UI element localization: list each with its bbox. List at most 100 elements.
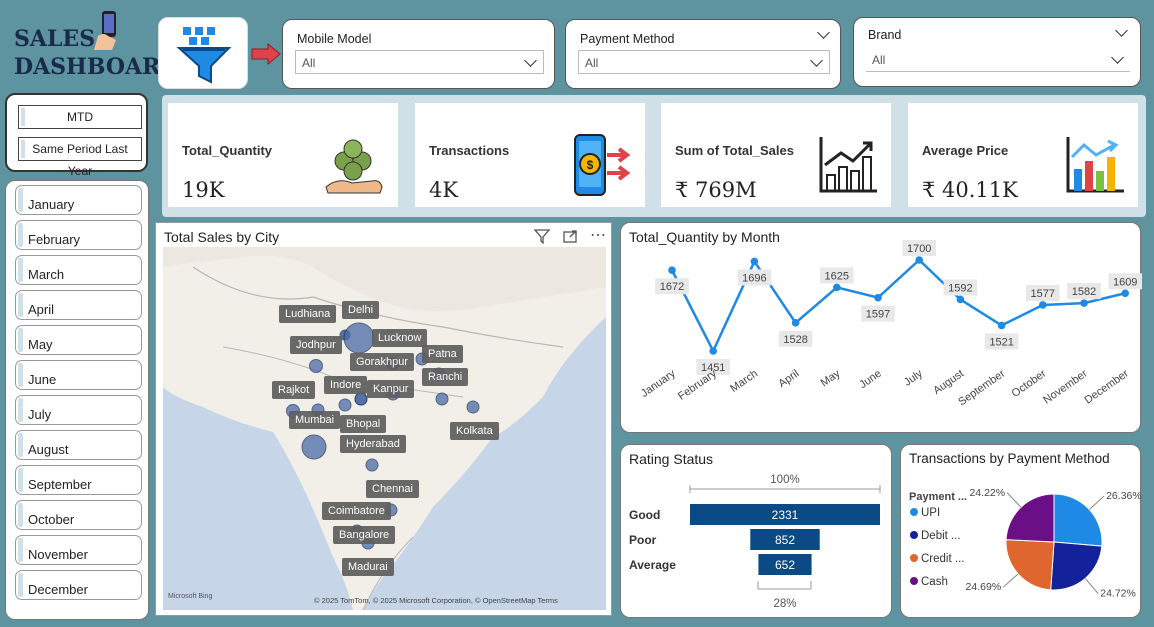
city-label: Madurai	[342, 558, 394, 576]
data-label: 1577	[1031, 288, 1055, 300]
x-tick-label: May	[819, 367, 843, 389]
city-bubble[interactable]	[354, 392, 368, 406]
focus-mode-icon[interactable]	[562, 229, 578, 244]
line-chart-svg: 1672January 1451February1696March1528Apri…	[639, 240, 1142, 408]
data-label: 1609	[1113, 276, 1137, 288]
more-options-icon[interactable]: ⋯	[590, 225, 606, 245]
x-tick-label: September	[956, 367, 1007, 408]
total-quantity-by-month-chart[interactable]: Total_Quantity by Month 1672 January 1451 F…	[620, 222, 1142, 433]
month-button-july[interactable]: July	[15, 395, 142, 425]
filter-icon[interactable]	[534, 229, 550, 244]
city-bubble[interactable]	[301, 434, 327, 460]
pie-slice	[1005, 493, 1055, 543]
month-button-september[interactable]: September	[15, 465, 142, 495]
month-slicer: January February March April May June Ju…	[5, 180, 149, 620]
brand-slicer: Brand All	[853, 17, 1141, 87]
city-label: Ranchi	[422, 368, 469, 386]
city-bubble[interactable]	[435, 392, 449, 406]
x-tick-label: July	[902, 367, 925, 388]
total-sales-by-city-map[interactable]: Total Sales by City ⋯ Ludhiana Delhi Luc…	[155, 222, 612, 616]
month-button-august[interactable]: August	[15, 430, 142, 460]
data-label: 1521	[989, 336, 1013, 348]
pie-slice	[1005, 539, 1055, 591]
city-label: Gorakhpur	[350, 353, 414, 371]
data-label: 1625	[825, 270, 849, 282]
line-point	[1121, 289, 1129, 298]
mobile-model-dropdown[interactable]: All	[295, 50, 544, 74]
month-button-december[interactable]: December	[15, 570, 142, 600]
city-bubble[interactable]	[466, 400, 480, 414]
city-bubble[interactable]	[343, 322, 375, 354]
city-label: Kolkata	[450, 422, 499, 440]
leader-line	[1084, 578, 1099, 594]
kpi-card-total-sales: Sum of Total_Sales ₹ 769M	[661, 103, 891, 207]
pie-chart-svg: 26.36% 24.72% 24.69% 24.22%Payment ... UPI De…	[909, 487, 1142, 600]
chevron-down-icon[interactable]	[1115, 24, 1128, 37]
brand-dropdown[interactable]: All	[866, 48, 1130, 72]
month-button-june[interactable]: June	[15, 360, 142, 390]
line-point	[874, 293, 882, 302]
growth-chart-icon	[819, 137, 877, 193]
payment-method-slicer: Payment Method All	[565, 19, 841, 89]
line-point	[956, 295, 965, 304]
line-point	[1080, 299, 1088, 307]
city-bubble[interactable]	[365, 458, 379, 472]
city-bubble[interactable]	[309, 359, 323, 373]
period-toggle-panel: MTD Same Period Last Year	[5, 93, 148, 178]
line-point	[915, 256, 923, 264]
line-point	[997, 321, 1006, 330]
leader-line	[1002, 573, 1019, 588]
city-label: Indore	[324, 376, 368, 394]
month-button-october[interactable]: October	[15, 500, 142, 530]
month-button-april[interactable]: April	[15, 290, 142, 320]
line-point	[709, 347, 717, 355]
city-label: Kanpur	[367, 380, 415, 398]
range-bracket	[757, 581, 812, 590]
dashboard-title: SALES DASHBOARD	[8, 8, 179, 90]
phone-hand-icon	[94, 11, 116, 50]
chevron-down-icon	[524, 54, 537, 67]
payment-method-dropdown[interactable]: All	[578, 50, 830, 74]
kpi-strip: Total_Quantity 19K Transactions 4K $ Sum…	[162, 95, 1146, 217]
filter-funnel-button[interactable]	[158, 17, 248, 89]
x-tick-label: August	[931, 368, 966, 397]
city-label: Lucknow	[372, 329, 428, 347]
city-label: Rajkot	[272, 381, 316, 399]
mtd-button[interactable]: MTD	[18, 105, 142, 129]
bar-value-label: 852	[775, 533, 795, 547]
legend-title: Payment ...	[909, 491, 967, 503]
data-label: 1582	[1072, 286, 1096, 298]
line-point	[668, 266, 676, 275]
month-button-february[interactable]: February	[15, 220, 142, 250]
transactions-by-payment-method-chart[interactable]: Transactions by Payment Method 26.36% 24.…	[900, 444, 1142, 618]
month-button-november[interactable]: November	[15, 535, 142, 565]
kpi-card-average-price: Average Price ₹ 40.11K	[908, 103, 1138, 207]
legend-marker	[910, 554, 918, 562]
city-label: Bhopal	[340, 415, 387, 433]
line-point	[1039, 301, 1047, 309]
city-bubble[interactable]	[338, 398, 352, 412]
kpi-card-transactions: Transactions 4K $	[415, 103, 645, 207]
pie-slice	[1050, 541, 1103, 591]
legend-item: UPI	[921, 507, 940, 519]
legend-marker	[910, 531, 918, 539]
mobile-payment-icon: $	[574, 134, 631, 196]
city-label: Delhi	[342, 301, 380, 319]
map-title: Total Sales by City	[164, 229, 280, 245]
rating-status-chart[interactable]: Rating Status 100% 2331 Good 852 Poor 652 Aver…	[620, 444, 892, 618]
line-point	[791, 319, 800, 327]
month-button-march[interactable]: March	[15, 255, 142, 285]
city-label: Chennai	[366, 480, 419, 498]
same-period-last-year-button[interactable]: Same Period Last Year	[18, 137, 142, 178]
money-bags-icon	[325, 139, 383, 194]
data-label: 1700	[907, 243, 931, 255]
pie-percent-label: 24.69%	[966, 581, 1002, 593]
chevron-down-icon[interactable]	[817, 26, 830, 39]
legend-item: Debit ...	[921, 530, 961, 542]
month-button-january[interactable]: January	[15, 185, 142, 215]
map-attribution[interactable]: © 2025 TomTom, © 2025 Microsoft Corporat…	[314, 596, 558, 605]
legend-item: Cash	[921, 576, 948, 588]
category-label: Average	[629, 558, 676, 572]
data-label: 1592	[948, 282, 972, 294]
month-button-may[interactable]: May	[15, 325, 142, 355]
